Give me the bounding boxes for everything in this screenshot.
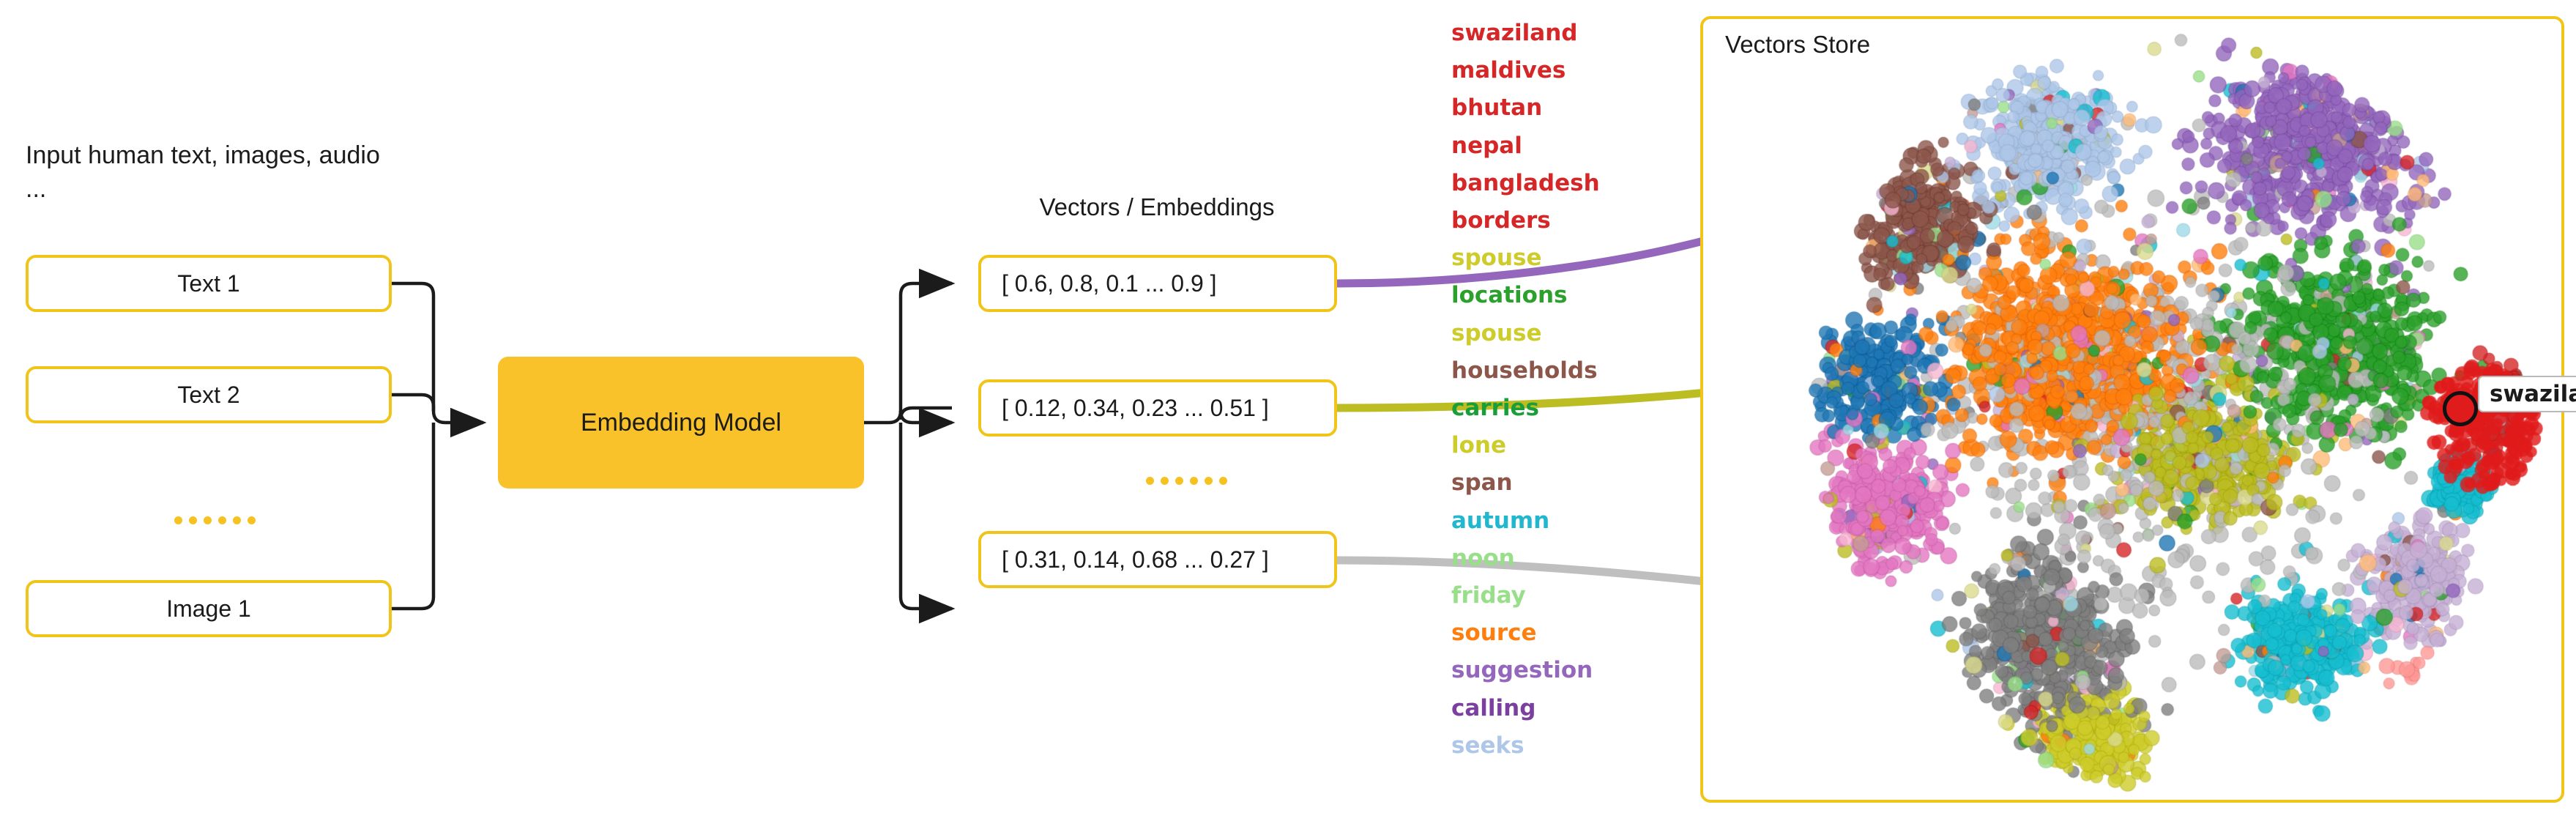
word-list-item: spouse [1451, 245, 1542, 272]
input-box-text-2[interactable]: Text 2 [26, 366, 392, 423]
vectors-ellipsis-icon [1146, 477, 1227, 485]
word-list-item: span [1451, 469, 1513, 497]
word-list-item: swaziland [1451, 20, 1578, 46]
vectors-section-title: Vectors / Embeddings [1039, 193, 1275, 220]
input-to-model-wires [392, 281, 487, 611]
input-box-text-1[interactable]: Text 1 [26, 255, 392, 312]
vector-box-1[interactable]: [ 0.6, 0.8, 0.1 ... 0.9 ] [978, 255, 1337, 312]
model-to-vectors-wires [864, 268, 956, 624]
embedding-model-label: Embedding Model [580, 408, 782, 437]
word-list-item: seeks [1451, 732, 1525, 759]
input-caption: Input human text, images, audio ... [26, 141, 380, 203]
vector-box-label: [ 0.12, 0.34, 0.23 ... 0.51 ] [1002, 394, 1269, 421]
word-list-item: carries [1451, 395, 1539, 422]
vector-box-label: [ 0.6, 0.8, 0.1 ... 0.9 ] [1002, 270, 1217, 297]
vector-box-3[interactable]: [ 0.31, 0.14, 0.68 ... 0.27 ] [978, 531, 1337, 588]
word-list-item: households [1451, 357, 1598, 384]
word-list-item: locations [1451, 282, 1568, 309]
word-list-item: nepal [1451, 132, 1522, 159]
vector-box-label: [ 0.31, 0.14, 0.68 ... 0.27 ] [1002, 546, 1269, 573]
word-list-item: borders [1451, 207, 1551, 234]
embedding-scatter-plot[interactable] [1703, 19, 2561, 800]
input-box-image-1[interactable]: Image 1 [26, 580, 392, 637]
highlighted-point-tooltip: swaziland [2478, 376, 2576, 412]
word-list-item: spouse [1451, 319, 1542, 346]
embedding-model-node[interactable]: Embedding Model [498, 357, 864, 489]
word-list-item: autumn [1451, 507, 1550, 534]
input-box-label: Text 1 [177, 270, 240, 297]
input-box-label: Image 1 [166, 595, 251, 622]
word-list-item: suggestion [1451, 657, 1593, 684]
word-list-item: bangladesh [1451, 169, 1600, 196]
word-list-item: bhutan [1451, 94, 1543, 122]
input-box-label: Text 2 [177, 381, 240, 408]
vectors-store-title: Vectors Store [1725, 31, 1871, 58]
vector-box-2[interactable]: [ 0.12, 0.34, 0.23 ... 0.51 ] [978, 379, 1337, 437]
word-list: swaziland maldives bhutan nepal bangladesh bo… [1451, 15, 1671, 765]
word-list-item: calling [1451, 694, 1536, 721]
word-list-item: lone [1451, 432, 1507, 459]
input-ellipsis-icon [174, 516, 256, 524]
word-list-item: source [1451, 620, 1537, 647]
highlighted-point-marker[interactable] [2443, 391, 2478, 426]
word-list-item: friday [1451, 582, 1526, 609]
word-list-item: noon [1451, 544, 1515, 571]
word-list-item: maldives [1451, 57, 1566, 84]
